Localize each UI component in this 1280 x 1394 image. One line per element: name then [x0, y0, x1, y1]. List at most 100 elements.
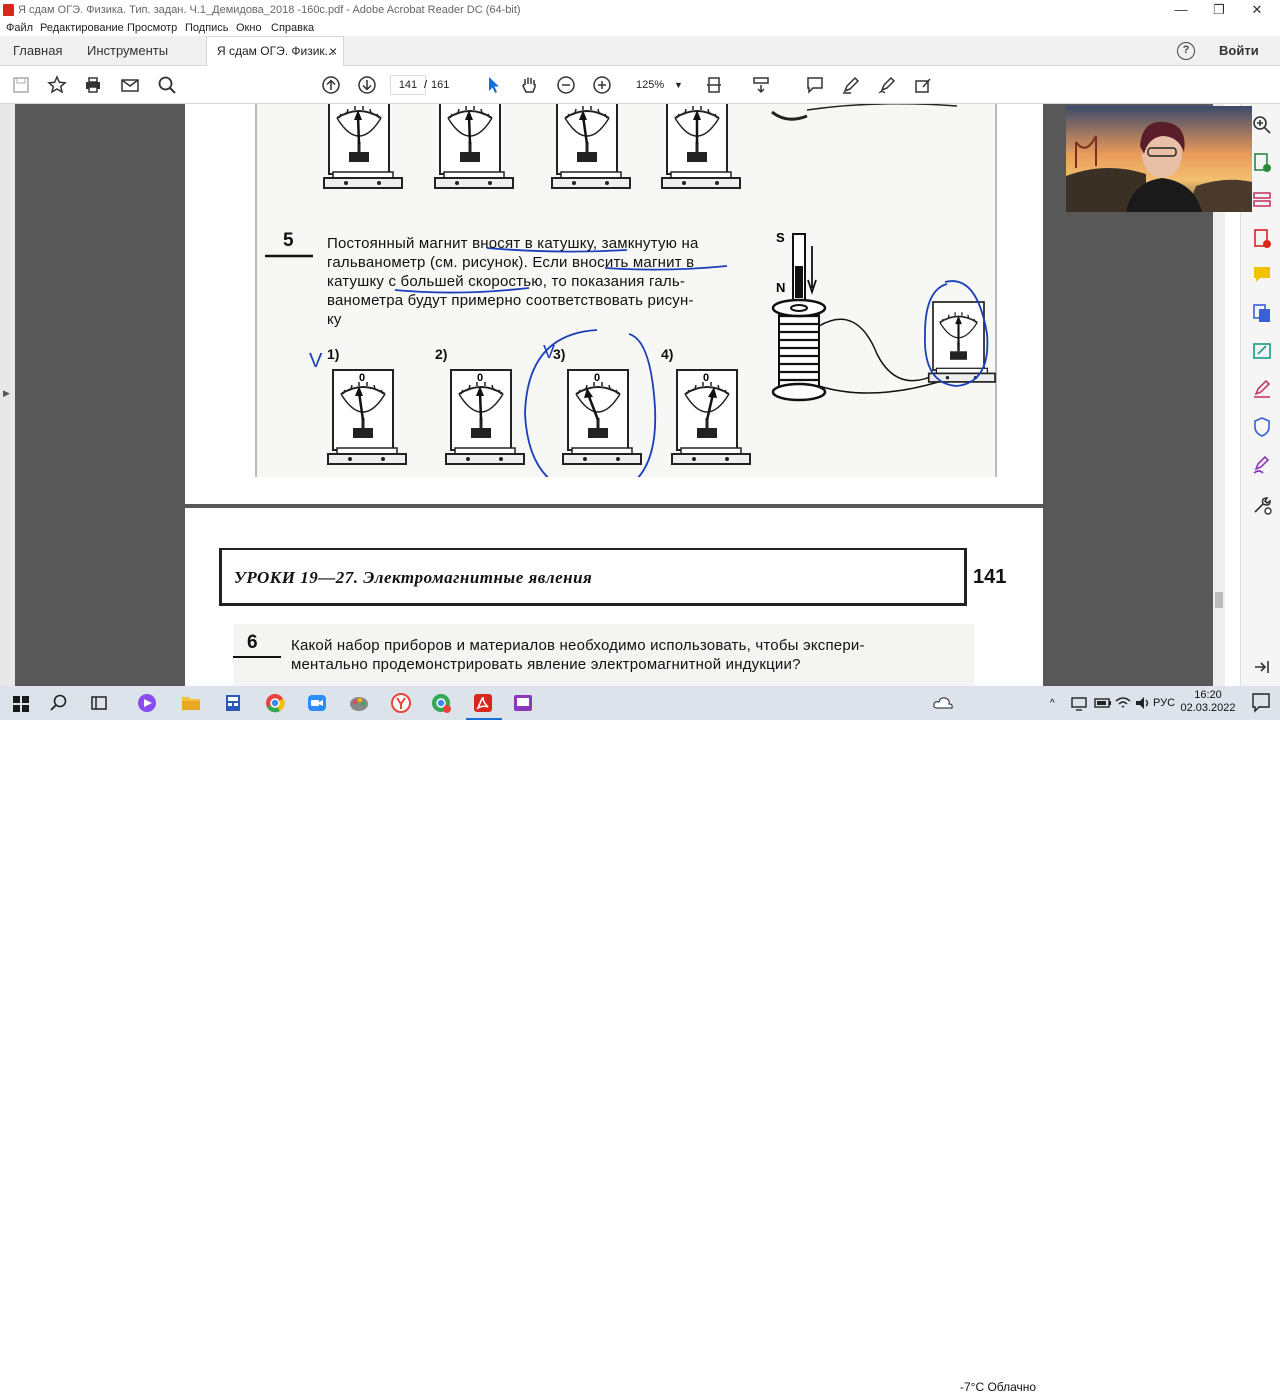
taskbar-app-slides[interactable] — [512, 692, 536, 714]
close-window-button[interactable]: ✕ — [1238, 0, 1276, 20]
email-button[interactable] — [117, 72, 143, 98]
taskbar-app-paint[interactable] — [348, 692, 372, 714]
taskbar-app-chrome[interactable] — [264, 692, 288, 714]
create-pdf-button[interactable] — [1251, 228, 1273, 250]
tab-home[interactable]: Главная — [13, 36, 62, 66]
page-separator: / — [424, 79, 428, 91]
organize-pages-icon — [1253, 192, 1271, 207]
option-4-label: 4) — [661, 346, 674, 362]
tab-close-button[interactable]: × — [329, 37, 337, 66]
volume-status[interactable] — [1134, 694, 1152, 712]
weather-widget-icon[interactable] — [932, 692, 956, 714]
check-mark-annotation: V — [309, 350, 323, 372]
fill-sign-icon — [1254, 379, 1271, 398]
input-language[interactable]: РУС — [1153, 697, 1175, 709]
taskbar-app-chrome-profile[interactable] — [430, 692, 454, 714]
page-total: 161 — [431, 79, 450, 91]
taskbar-app-alice[interactable] — [136, 692, 160, 714]
prev-page-button[interactable] — [318, 72, 344, 98]
scrollbar-thumb[interactable] — [1215, 592, 1223, 608]
organize-pages-button[interactable] — [1251, 190, 1273, 212]
taskbar-app-yandex[interactable] — [390, 692, 414, 714]
network-status[interactable] — [1070, 694, 1088, 712]
next-page-button[interactable] — [354, 72, 380, 98]
share-button[interactable] — [910, 72, 936, 98]
zoom-in-button[interactable] — [589, 72, 615, 98]
comment-panel-button[interactable] — [1251, 264, 1273, 286]
menu-window[interactable]: Окно — [236, 20, 262, 36]
cloud-icon — [933, 697, 953, 709]
document-viewport[interactable]: 5 Постоянный магнит вносят в катушку, за… — [15, 104, 1225, 686]
printer-icon — [86, 77, 100, 93]
arrow-right-bar-icon — [1255, 661, 1269, 673]
select-tool-button[interactable] — [480, 72, 506, 98]
tab-document[interactable]: Я сдам ОГЭ. Физик... × — [206, 36, 344, 66]
printed-page-number: 141 — [973, 566, 1007, 588]
question6-number: 6 — [247, 632, 258, 653]
collapse-panel-button[interactable] — [1251, 656, 1273, 678]
hand-tool-button[interactable] — [516, 72, 542, 98]
battery-status[interactable] — [1094, 694, 1112, 712]
highlight-button[interactable] — [838, 72, 864, 98]
create-pdf-icon — [1254, 229, 1271, 248]
protect-button[interactable] — [1251, 416, 1273, 438]
expand-left-icon[interactable]: ▶ — [3, 388, 10, 399]
taskbar-app-explorer[interactable] — [180, 692, 204, 714]
start-button[interactable] — [10, 692, 34, 714]
edit-pdf-button[interactable] — [1251, 340, 1273, 362]
fit-page-button[interactable] — [702, 72, 728, 98]
export-pdf-button[interactable] — [1251, 152, 1273, 174]
combine-files-icon — [1253, 304, 1270, 322]
comment-button[interactable] — [802, 72, 828, 98]
taskbar-search-button[interactable] — [48, 692, 72, 714]
fit-page-icon — [707, 77, 721, 93]
zoom-out-button[interactable] — [553, 72, 579, 98]
webcam-overlay — [1066, 106, 1252, 212]
menu-file[interactable]: Файл — [6, 20, 33, 36]
signin-button[interactable]: Войти — [1219, 36, 1259, 66]
clock-date: 02.03.2022 — [1180, 702, 1236, 714]
print-button[interactable] — [80, 72, 106, 98]
save-button[interactable] — [8, 72, 34, 98]
page-number-input[interactable]: 141 — [390, 75, 426, 95]
tray-chevron-icon[interactable]: ^ — [1050, 698, 1055, 709]
question6-line2: ментально продемонстрировать явление эле… — [291, 656, 801, 673]
left-pane-collapsed[interactable]: ▶ — [0, 104, 15, 686]
tools-icon — [1254, 497, 1272, 515]
zoom-select[interactable]: 125% ▼ — [626, 75, 686, 95]
search-icon — [50, 694, 67, 711]
fill-sign-panel-button[interactable] — [1251, 378, 1273, 400]
taskbar-app-calculator[interactable] — [222, 692, 246, 714]
fill-sign-button[interactable] — [874, 72, 900, 98]
menu-sign[interactable]: Подпись — [185, 20, 229, 36]
export-pdf-icon — [1254, 153, 1271, 172]
question5-number: 5 — [283, 230, 294, 251]
search-button[interactable] — [154, 72, 180, 98]
cursor-icon — [489, 77, 499, 93]
request-signature-button[interactable] — [1251, 454, 1273, 476]
notifications-button[interactable] — [1250, 691, 1272, 715]
clock[interactable]: 16:20 02.03.2022 — [1176, 689, 1240, 715]
wifi-status[interactable] — [1114, 694, 1132, 712]
maximize-button[interactable]: ❐ — [1200, 0, 1238, 20]
menu-edit[interactable]: Редактирование — [40, 20, 124, 36]
more-tools-button[interactable] — [1251, 494, 1273, 516]
combine-files-button[interactable] — [1251, 302, 1273, 324]
task-view-button[interactable] — [88, 692, 112, 714]
gauge-zero-4: 0 — [703, 372, 710, 384]
bookmark-button[interactable] — [44, 72, 70, 98]
scroll-mode-button[interactable] — [748, 72, 774, 98]
taskbar-app-zoom[interactable] — [306, 692, 330, 714]
chevron-down-icon: ▼ — [674, 80, 683, 90]
taskbar-app-acrobat[interactable] — [472, 692, 496, 714]
zoom-panel-button[interactable] — [1251, 114, 1273, 136]
option-1-label: 1) — [327, 346, 340, 362]
help-button[interactable]: ? — [1177, 42, 1195, 60]
minimize-button[interactable]: — — [1162, 0, 1200, 20]
weather-text[interactable]: -7°C Облачно — [960, 1380, 1036, 1394]
menu-help[interactable]: Справка — [271, 20, 314, 36]
menu-view[interactable]: Просмотр — [127, 20, 177, 36]
windows-taskbar: -7°C Облачно ^ РУС 16:20 02.03.2022 — [0, 686, 1280, 1394]
tab-tools[interactable]: Инструменты — [87, 36, 168, 66]
share-edit-icon — [915, 78, 931, 93]
